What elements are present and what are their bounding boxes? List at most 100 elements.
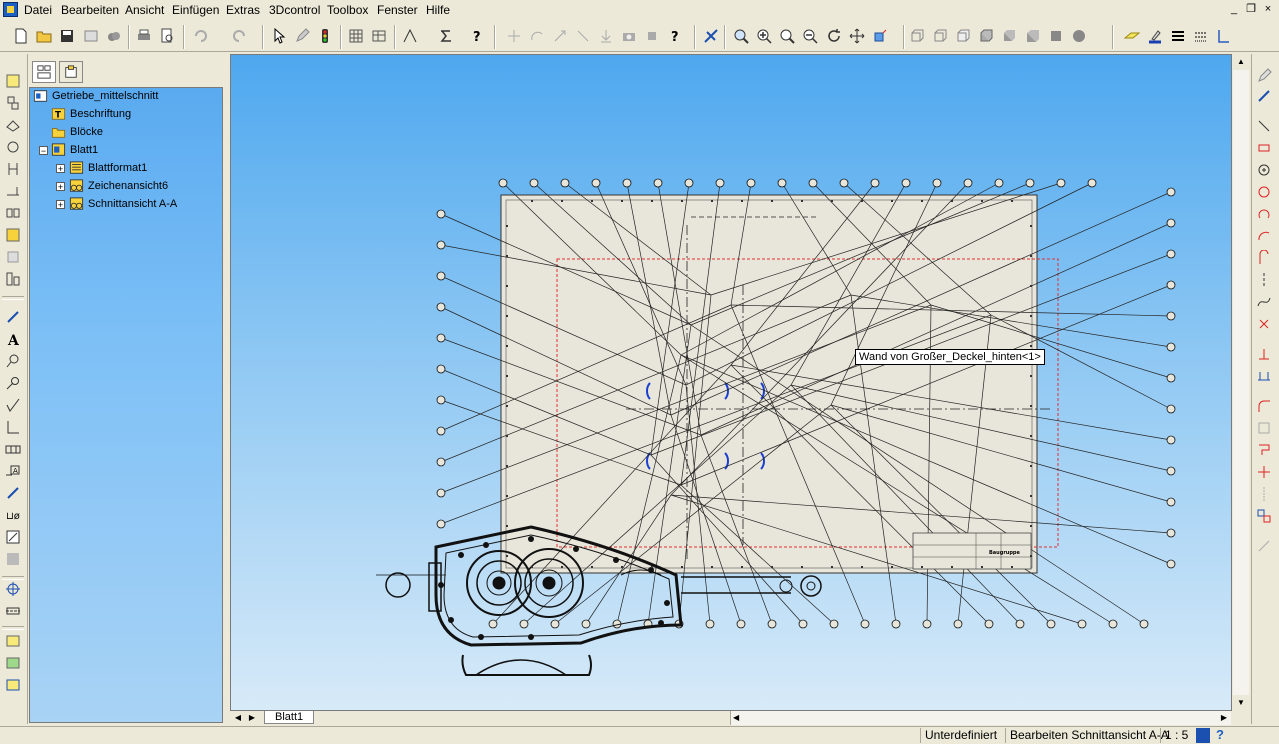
hidden-removed-icon[interactable]: [954, 27, 972, 45]
spline-icon[interactable]: [1256, 294, 1274, 312]
balloon[interactable]: [1077, 619, 1087, 629]
restore-button[interactable]: ❐: [1243, 2, 1259, 17]
line-color-icon[interactable]: [1146, 27, 1164, 45]
zoom-area-icon[interactable]: [732, 27, 750, 45]
balloon[interactable]: [1139, 619, 1149, 629]
balloon[interactable]: [498, 178, 508, 188]
print-icon[interactable]: [135, 27, 153, 45]
balloon[interactable]: [1166, 559, 1176, 569]
3point-arc-icon[interactable]: [1256, 249, 1274, 268]
menu-toolbox[interactable]: Toolbox: [327, 3, 368, 17]
balloon[interactable]: [808, 178, 818, 188]
tab-feature-manager[interactable]: [32, 61, 56, 83]
balloon[interactable]: [1166, 311, 1176, 321]
wireframe-icon[interactable]: [908, 27, 926, 45]
hscroll-left-icon[interactable]: ◀: [733, 711, 739, 725]
scroll-down-arrow-icon[interactable]: ▼: [1233, 695, 1249, 711]
balloon[interactable]: [529, 178, 539, 188]
menu-hilfe[interactable]: Hilfe: [426, 3, 450, 17]
balloon[interactable]: [1166, 466, 1176, 476]
balloon[interactable]: [922, 619, 932, 629]
centerline-sketch-icon[interactable]: [1256, 272, 1274, 290]
balloon[interactable]: [1166, 218, 1176, 228]
balloon[interactable]: [436, 457, 446, 467]
balloon[interactable]: [1166, 404, 1176, 414]
balloon[interactable]: [767, 619, 777, 629]
balloon[interactable]: [891, 619, 901, 629]
balloon[interactable]: [436, 364, 446, 374]
balloon[interactable]: [777, 178, 787, 188]
menu-datei[interactable]: Datei: [24, 3, 52, 17]
break-view-icon[interactable]: [4, 204, 22, 222]
balloon[interactable]: [746, 178, 756, 188]
expand-zeichenansicht6[interactable]: +: [56, 182, 65, 192]
balloon[interactable]: [436, 302, 446, 312]
grid-icon[interactable]: [347, 27, 365, 45]
balloon[interactable]: [1166, 280, 1176, 290]
balloon[interactable]: [1166, 342, 1176, 352]
line-style-icon[interactable]: [1192, 27, 1210, 45]
balloon[interactable]: [953, 619, 963, 629]
sketch-icon[interactable]: [1256, 68, 1274, 86]
projected-view-icon[interactable]: [4, 94, 22, 112]
help-cursor-icon[interactable]: ?: [468, 27, 486, 45]
tab-property-manager[interactable]: [59, 61, 83, 83]
shaded-edges-icon[interactable]: [977, 27, 995, 45]
tool-icon[interactable]: [643, 27, 661, 45]
balloon[interactable]: [1166, 187, 1176, 197]
move-entities-icon[interactable]: [1256, 508, 1274, 526]
expand-schnittansicht[interactable]: +: [56, 200, 65, 210]
new-file-icon[interactable]: [12, 27, 30, 45]
menu-3dcontrol[interactable]: 3Dcontrol: [269, 3, 320, 17]
datum-target-icon[interactable]: [4, 484, 22, 502]
zoom-out-icon[interactable]: [801, 27, 819, 45]
menu-einfuegen[interactable]: Einfügen: [172, 3, 219, 17]
auto-balloon-icon[interactable]: [4, 374, 22, 392]
horizontal-scrollbar[interactable]: ◀ ▶: [730, 711, 1231, 725]
render-icon[interactable]: [1070, 27, 1088, 45]
balloon[interactable]: [984, 619, 994, 629]
layer-icon[interactable]: [1123, 27, 1141, 45]
select-cursor-icon[interactable]: [270, 27, 288, 45]
collapse-blatt1[interactable]: −: [39, 146, 48, 156]
balloon[interactable]: [436, 488, 446, 498]
balloon[interactable]: [860, 619, 870, 629]
balloon[interactable]: [622, 178, 632, 188]
drawing-canvas[interactable]: Baugruppe Wand von Großer_Deckel_hinten<…: [230, 54, 1232, 711]
app-icon[interactable]: [3, 2, 18, 17]
drawing-view-icon[interactable]: [4, 72, 22, 90]
tree-root[interactable]: Getriebe_mittelschnitt: [32, 88, 158, 104]
line-down-icon[interactable]: [574, 27, 592, 45]
balloon[interactable]: [829, 619, 839, 629]
balloon[interactable]: [798, 619, 808, 629]
status-scale[interactable]: 1 : 5: [1160, 728, 1195, 743]
mirror-icon[interactable]: [1256, 486, 1274, 504]
print-preview-icon[interactable]: [82, 27, 100, 45]
section-icon[interactable]: [1047, 27, 1065, 45]
block-icon[interactable]: [4, 632, 22, 650]
tree-item-bloecke[interactable]: Blöcke: [50, 124, 103, 140]
shaded-icon[interactable]: [1000, 27, 1018, 45]
balloon[interactable]: [1046, 619, 1056, 629]
note-icon[interactable]: A: [4, 330, 22, 348]
minimize-button[interactable]: _: [1226, 2, 1242, 17]
camera-icon[interactable]: [620, 27, 638, 45]
balloon[interactable]: [901, 178, 911, 188]
tree-item-zeichenansicht6[interactable]: Zeichenansicht6: [68, 178, 168, 194]
traffic-light-icon[interactable]: [316, 27, 334, 45]
tangent-arc-icon[interactable]: [1256, 228, 1274, 246]
balloon[interactable]: [870, 178, 880, 188]
redo-icon[interactable]: [230, 27, 248, 45]
vertical-scrollbar[interactable]: ▲ ▼: [1233, 54, 1249, 711]
move-icon[interactable]: [551, 27, 569, 45]
balloon[interactable]: [1166, 497, 1176, 507]
smart-select-icon[interactable]: [702, 27, 720, 45]
balloon[interactable]: [1015, 619, 1025, 629]
balloon-icon[interactable]: [4, 352, 22, 370]
insert-block-icon[interactable]: [4, 654, 22, 672]
circle-icon[interactable]: [1256, 162, 1274, 180]
open-file-icon[interactable]: [35, 27, 53, 45]
tree-item-beschriftung[interactable]: T Beschriftung: [50, 106, 131, 122]
offset-icon[interactable]: [1256, 420, 1274, 438]
balloon[interactable]: [519, 619, 529, 629]
